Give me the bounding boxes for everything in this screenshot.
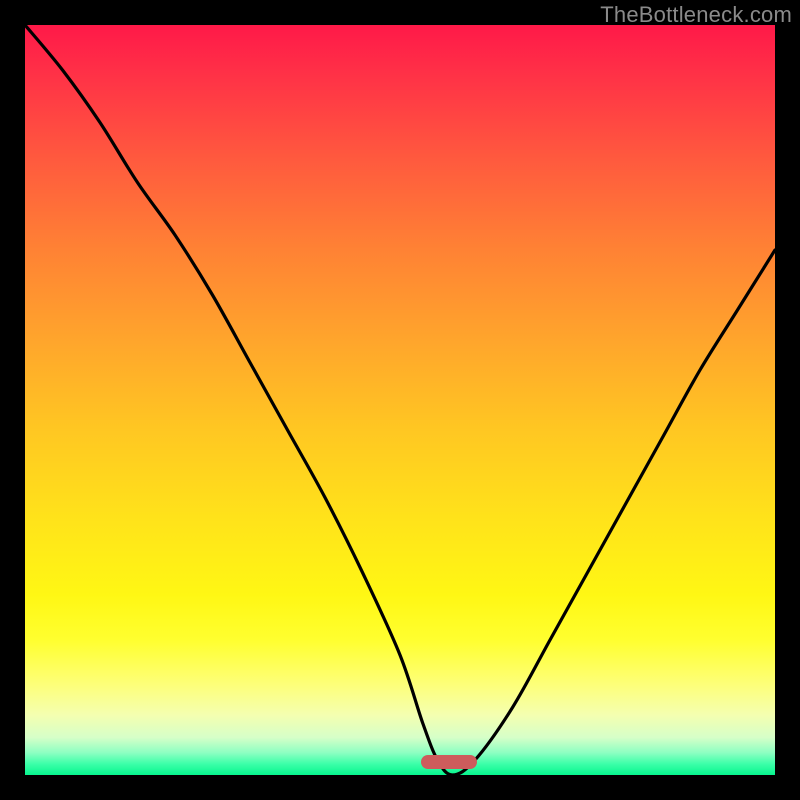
plot-area bbox=[25, 25, 775, 775]
bottleneck-curve bbox=[25, 25, 775, 775]
optimal-marker bbox=[421, 755, 477, 769]
chart-frame: TheBottleneck.com bbox=[0, 0, 800, 800]
